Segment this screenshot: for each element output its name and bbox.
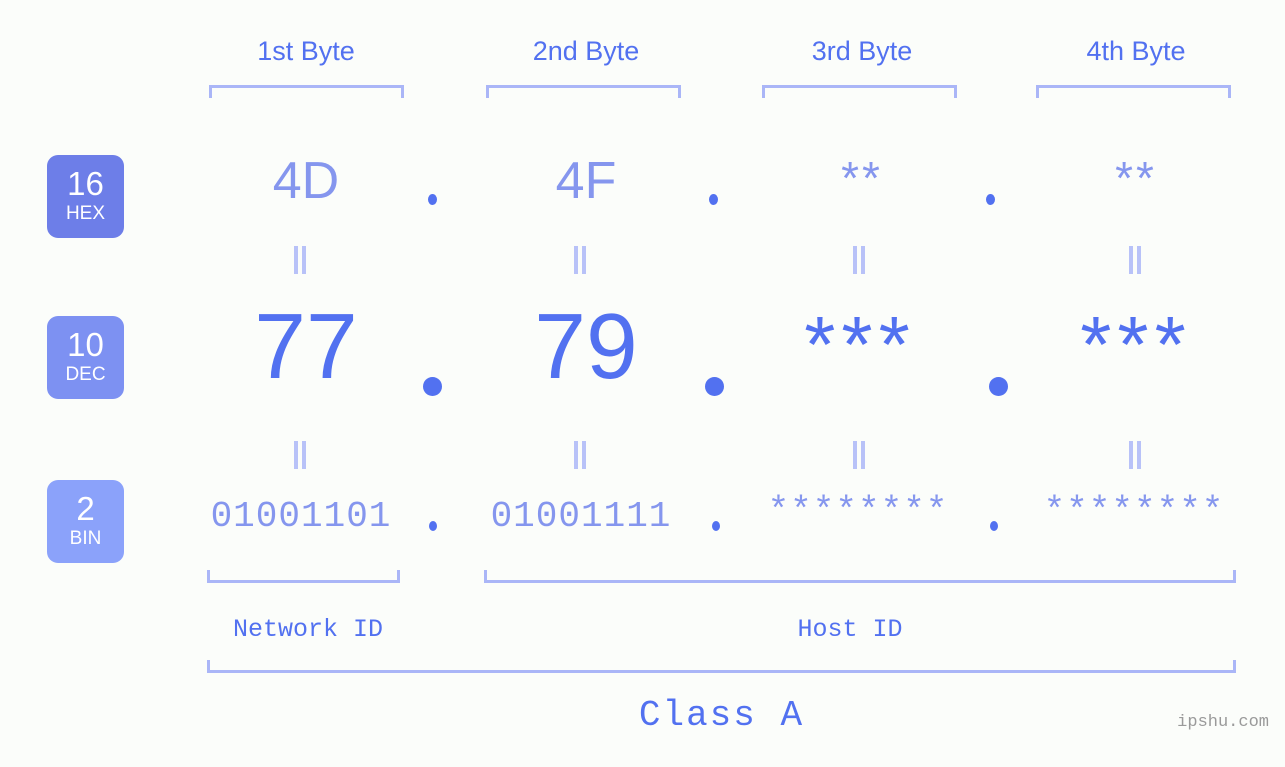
byte-header-4: 4th Byte (1036, 36, 1236, 67)
dec-byte-2-value: 79 (486, 300, 686, 393)
dec-dot-separator-3 (989, 377, 1008, 396)
dec-byte-3-value: *** (760, 305, 960, 385)
bin-dot-separator-1 (429, 521, 437, 531)
class-bracket (207, 660, 1236, 673)
bin-byte-2-text: 01001111 (490, 496, 672, 537)
equals-mark-dec-bin-4 (1128, 441, 1144, 469)
equals-mark-dec-bin-1 (293, 441, 309, 469)
dec-byte-3-text: *** (804, 300, 916, 389)
host-id-text: Host ID (797, 615, 903, 644)
bin-byte-4-value: ******** (1034, 494, 1234, 530)
bin-byte-4-text: ******** (1043, 491, 1225, 532)
equals-mark-dec-bin-2 (573, 441, 589, 469)
hex-byte-1-value: 4D (206, 155, 406, 207)
byte-header-4-label: 4th Byte (1086, 36, 1186, 66)
bin-dot-separator-2 (712, 521, 720, 531)
hex-byte-2-value: 4F (486, 155, 686, 207)
hex-byte-1-text: 4D (272, 152, 340, 210)
byte-bracket-2 (486, 85, 681, 98)
dec-byte-4-value: *** (1036, 305, 1236, 385)
equals-mark-hex-dec-3 (852, 246, 868, 274)
byte-header-1-label: 1st Byte (257, 36, 355, 66)
base-badge-bin-name: BIN (69, 527, 102, 549)
class-label-text: Class A (638, 695, 805, 736)
hex-byte-2-text: 4F (555, 152, 617, 210)
dec-byte-4-text: *** (1080, 300, 1192, 389)
hex-byte-4-text: ** (1115, 152, 1157, 204)
equals-mark-dec-bin-3 (852, 441, 868, 469)
host-id-label: Host ID (745, 615, 955, 644)
byte-header-1: 1st Byte (206, 36, 406, 67)
byte-bracket-1 (209, 85, 404, 98)
hex-dot-separator-3 (986, 194, 995, 205)
base-badge-bin-number: 2 (76, 490, 95, 528)
dec-dot-separator-2 (705, 377, 724, 396)
hex-dot-separator-2 (709, 194, 718, 205)
ip-byte-breakdown-diagram: 1st Byte 2nd Byte 3rd Byte 4th Byte 16 H… (0, 0, 1285, 767)
bin-byte-3-text: ******** (767, 491, 949, 532)
hex-byte-4-value: ** (1036, 155, 1236, 201)
base-badge-dec: 10 DEC (47, 316, 124, 399)
class-label: Class A (207, 695, 1236, 736)
base-badge-hex-name: HEX (65, 202, 106, 224)
watermark: ipshu.com (1177, 713, 1269, 732)
byte-bracket-3 (762, 85, 957, 98)
equals-mark-hex-dec-2 (573, 246, 589, 274)
byte-header-3: 3rd Byte (762, 36, 962, 67)
network-id-bracket (207, 570, 400, 583)
base-badge-hex: 16 HEX (47, 155, 124, 238)
dec-byte-2-text: 79 (534, 294, 638, 398)
network-id-label: Network ID (203, 615, 413, 644)
bin-byte-1-text: 01001101 (210, 496, 392, 537)
base-badge-dec-number: 10 (67, 326, 104, 364)
hex-byte-3-value: ** (762, 155, 962, 201)
dec-byte-1-text: 77 (254, 294, 358, 398)
equals-mark-hex-dec-4 (1128, 246, 1144, 274)
byte-header-2-label: 2nd Byte (532, 36, 640, 66)
byte-bracket-4 (1036, 85, 1231, 98)
base-badge-bin: 2 BIN (47, 480, 124, 563)
bin-byte-1-value: 01001101 (201, 499, 401, 535)
dec-byte-1-value: 77 (206, 300, 406, 393)
watermark-text: ipshu.com (1177, 713, 1269, 732)
equals-mark-hex-dec-1 (293, 246, 309, 274)
dec-dot-separator-1 (423, 377, 442, 396)
bin-byte-2-value: 01001111 (481, 499, 681, 535)
byte-header-3-label: 3rd Byte (811, 36, 913, 66)
hex-dot-separator-1 (428, 194, 437, 205)
byte-header-2: 2nd Byte (486, 36, 686, 67)
hex-byte-3-text: ** (841, 152, 883, 204)
network-id-text: Network ID (232, 615, 384, 644)
base-badge-dec-name: DEC (65, 363, 106, 385)
bin-byte-3-value: ******** (758, 494, 958, 530)
bin-dot-separator-3 (990, 521, 998, 531)
base-badge-hex-number: 16 (67, 165, 104, 203)
host-id-bracket (484, 570, 1236, 583)
